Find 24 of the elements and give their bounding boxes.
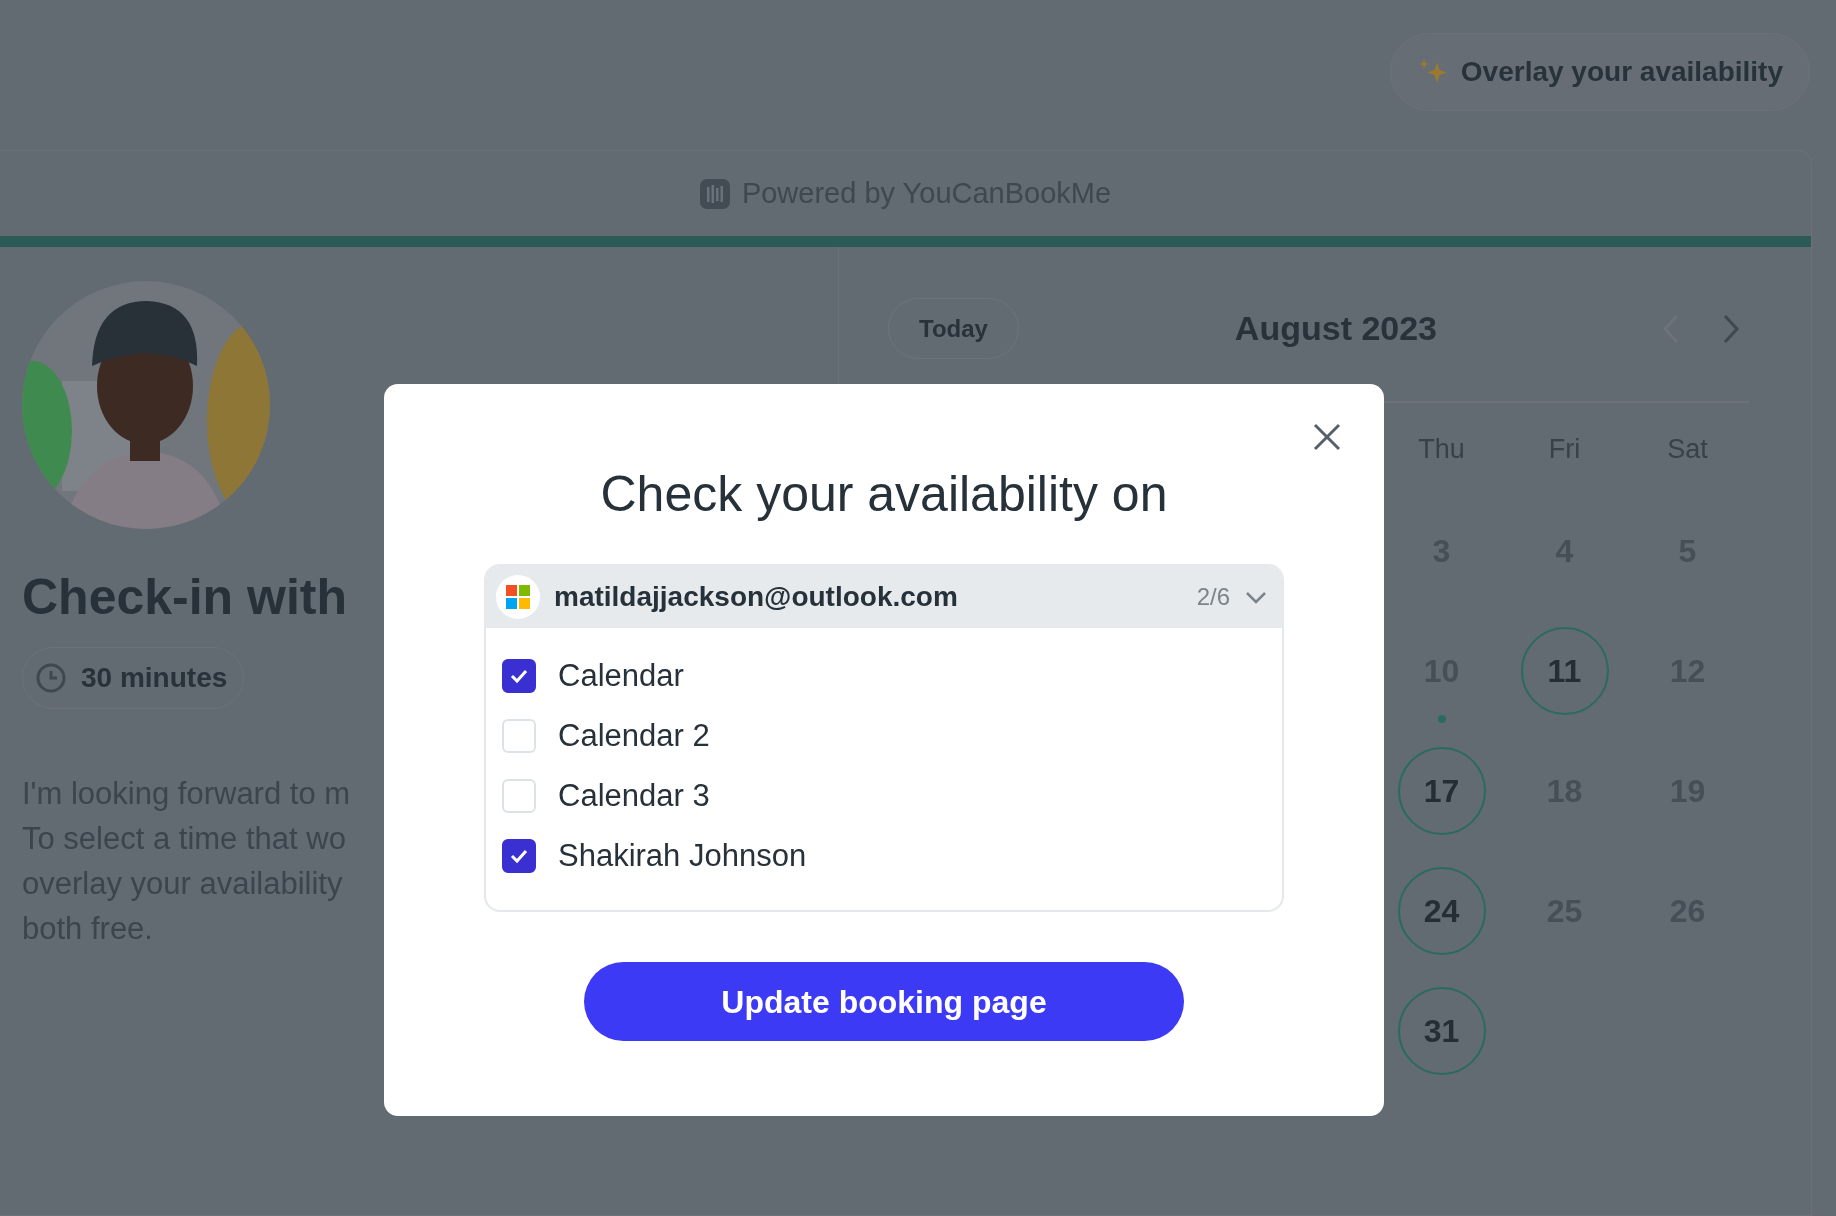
calendar-name: Shakirah Johnson [558,836,807,875]
calendar-name: Calendar 2 [558,716,710,755]
windows-logo-icon [496,575,540,619]
calendar-name: Calendar 3 [558,776,710,815]
checkbox[interactable] [502,839,536,873]
account-header[interactable]: matildajjackson@outlook.com 2/6 [486,566,1282,628]
account-email: matildajjackson@outlook.com [554,580,959,614]
available-day[interactable]: 24 [1397,867,1486,955]
clock-icon [35,662,67,694]
update-booking-page-button[interactable]: Update booking page [584,962,1184,1041]
checkbox[interactable] [502,659,536,693]
available-day[interactable]: 11 [1520,627,1609,715]
calendar-name: Calendar [558,656,684,695]
available-day[interactable]: 31 [1397,987,1486,1075]
overlay-availability-button[interactable]: Overlay your availability [1389,33,1810,111]
month-title: August 2023 [1234,309,1438,347]
close-icon [1312,422,1342,452]
event-title: Check-in with [22,568,348,627]
chevron-right-icon [1721,312,1741,345]
dialog-title: Check your availability on [599,465,1169,524]
logo-icon [699,178,730,209]
duration-text: 30 minutes [81,661,228,695]
available-day[interactable]: 17 [1397,747,1486,835]
selected-count: 2/6 [1196,582,1230,612]
